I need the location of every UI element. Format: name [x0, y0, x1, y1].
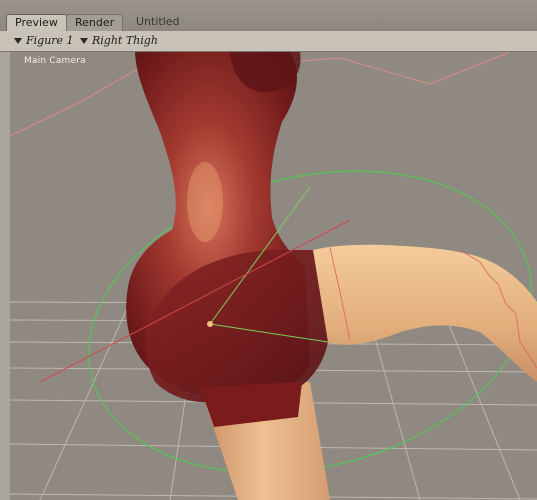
- figure-selector-label: Figure 1: [26, 34, 74, 47]
- pivot-point[interactable]: [207, 321, 213, 327]
- tab-preview[interactable]: Preview: [6, 14, 67, 31]
- figure-selector[interactable]: Figure 1: [14, 33, 74, 49]
- right-thigh[interactable]: [313, 244, 537, 382]
- tab-render[interactable]: Render: [66, 14, 124, 31]
- part-selector-label: Right Thigh: [92, 34, 158, 47]
- chevron-down-icon: [80, 38, 88, 44]
- 3d-viewport[interactable]: Main Camera: [10, 52, 537, 500]
- document-title: Untitled: [136, 15, 180, 28]
- torso-highlight: [187, 162, 223, 242]
- viewport-toolbar: Figure 1 Right Thigh: [0, 31, 537, 52]
- camera-label[interactable]: Main Camera: [24, 56, 86, 66]
- part-selector[interactable]: Right Thigh: [80, 33, 158, 49]
- chevron-down-icon: [14, 38, 22, 44]
- scene-canvas[interactable]: [10, 52, 537, 500]
- tab-bar: Preview Render Untitled: [0, 0, 537, 32]
